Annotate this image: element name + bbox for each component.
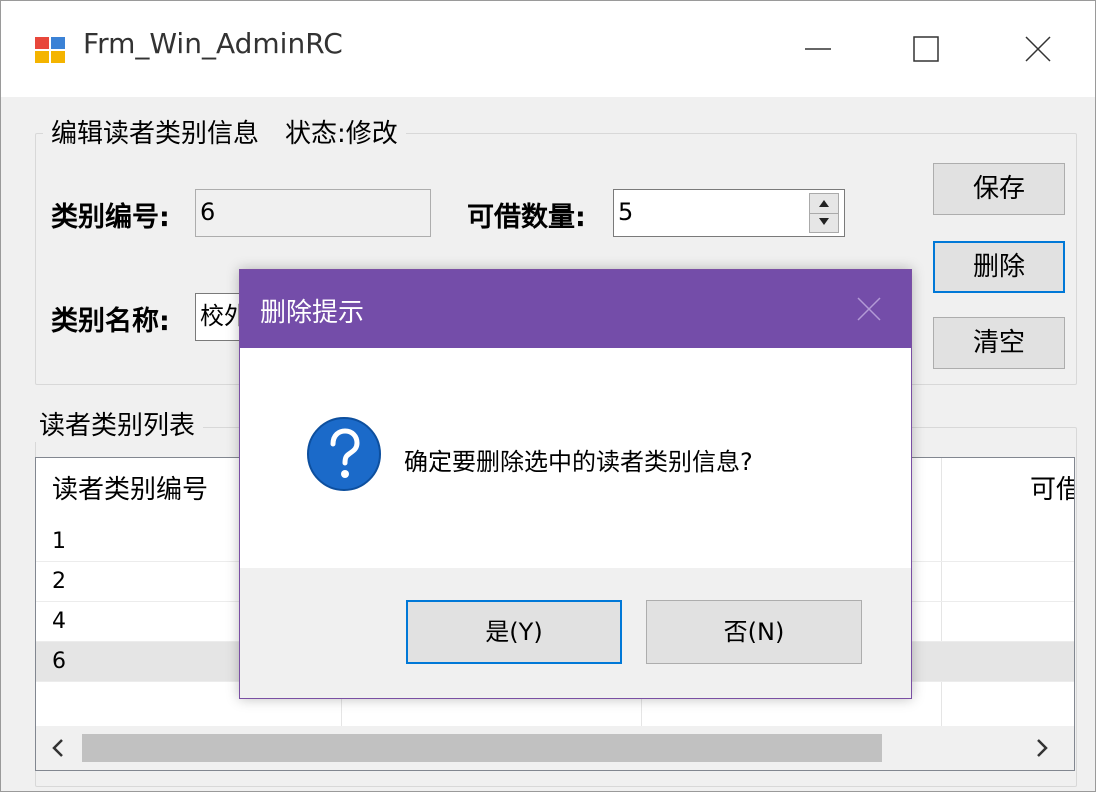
question-icon bbox=[307, 417, 381, 491]
delete-button[interactable]: 删除 bbox=[933, 241, 1065, 293]
dialog-titlebar: 删除提示 bbox=[240, 270, 911, 348]
borrow-count-spinner bbox=[809, 193, 839, 233]
scroll-left-icon[interactable] bbox=[50, 738, 66, 758]
edit-status: 状态:修改 bbox=[285, 119, 398, 149]
row-cell-id: 6 bbox=[52, 649, 66, 674]
edit-group-legend: 编辑读者类别信息 状态:修改 bbox=[43, 113, 406, 150]
close-icon bbox=[1025, 36, 1051, 62]
dialog-title: 删除提示 bbox=[260, 298, 365, 328]
arrow-down-icon bbox=[819, 218, 829, 225]
category-id-field[interactable]: 6 bbox=[195, 189, 431, 237]
spin-up-button[interactable] bbox=[810, 194, 838, 214]
horizontal-scrollbar[interactable] bbox=[36, 726, 1074, 770]
category-name-label: 类别名称: bbox=[51, 306, 170, 337]
maximize-button[interactable] bbox=[871, 1, 981, 97]
spin-down-button[interactable] bbox=[810, 213, 838, 232]
row-cell-id: 1 bbox=[52, 529, 66, 554]
window-title: Frm_Win_AdminRC bbox=[83, 27, 343, 60]
clear-button[interactable]: 清空 bbox=[933, 317, 1065, 369]
no-button[interactable]: 否(N) bbox=[646, 600, 862, 664]
minimize-icon bbox=[805, 48, 831, 50]
edit-group-title: 编辑读者类别信息 bbox=[51, 119, 260, 149]
window-titlebar: Frm_Win_AdminRC bbox=[1, 1, 1095, 97]
app-icon bbox=[33, 35, 67, 65]
minimize-button[interactable] bbox=[763, 1, 873, 97]
close-window-button[interactable] bbox=[983, 1, 1093, 97]
yes-button[interactable]: 是(Y) bbox=[406, 600, 622, 664]
row-cell-id: 2 bbox=[52, 569, 66, 594]
dialog-close-icon[interactable] bbox=[856, 296, 882, 322]
row-cell-id: 4 bbox=[52, 609, 66, 634]
save-button[interactable]: 保存 bbox=[933, 163, 1065, 215]
column-header-borrow-count[interactable]: 可借 bbox=[1030, 458, 1074, 522]
dialog-message: 确定要删除选中的读者类别信息? bbox=[404, 448, 753, 476]
arrow-up-icon bbox=[819, 200, 829, 207]
scroll-right-icon[interactable] bbox=[1034, 738, 1050, 758]
scrollbar-thumb[interactable] bbox=[82, 734, 882, 762]
column-header-category-id[interactable]: 读者类别编号 bbox=[52, 458, 208, 522]
main-window: Frm_Win_AdminRC 编辑读者类别信息 状态:修改 类别编号: 6 可借… bbox=[0, 0, 1096, 792]
category-id-label: 类别编号: bbox=[51, 202, 170, 233]
delete-confirm-dialog: 删除提示 确定要删除选中的读者类别信息? 是(Y) 否(N) bbox=[239, 269, 912, 699]
maximize-icon bbox=[913, 36, 939, 62]
borrow-count-label: 可借数量: bbox=[467, 202, 586, 233]
list-group-legend: 读者类别列表 bbox=[31, 405, 204, 442]
